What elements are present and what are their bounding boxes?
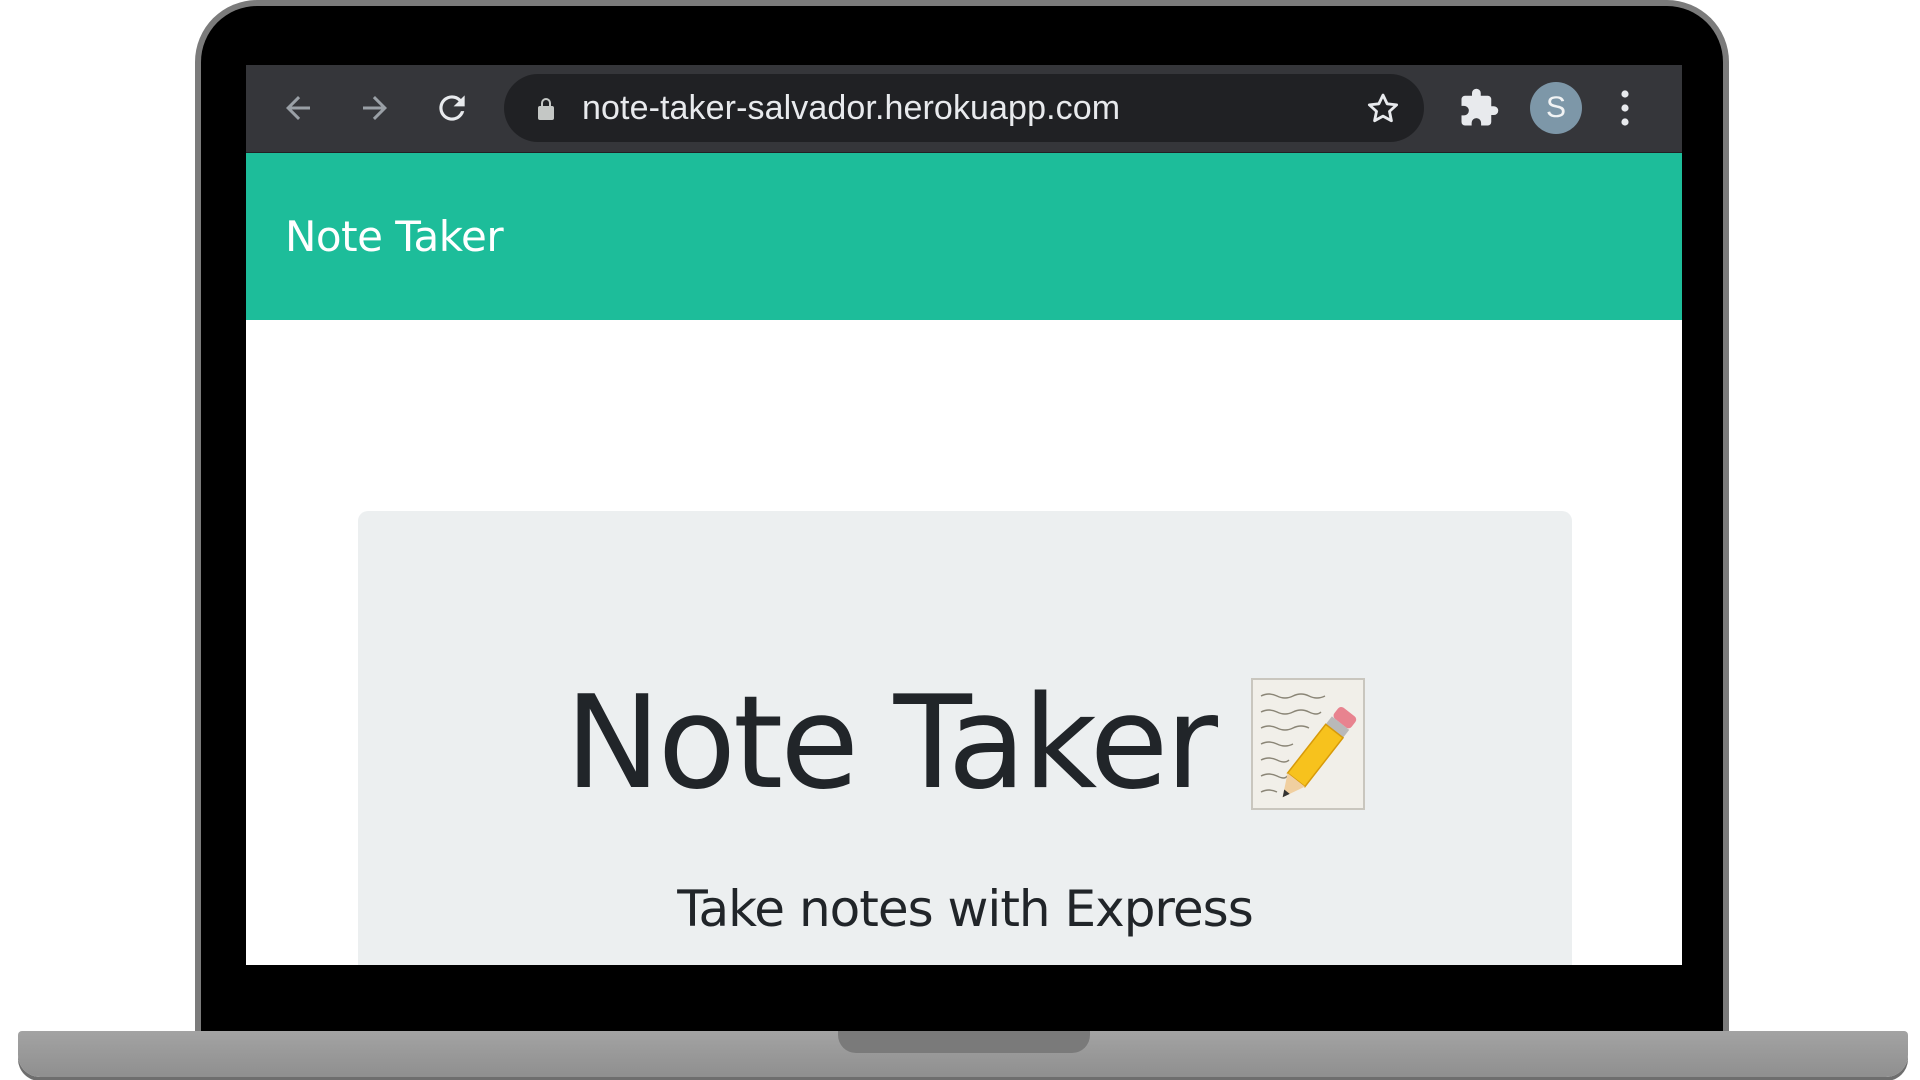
arrow-left-icon	[286, 96, 310, 120]
address-bar-url[interactable]: note-taker-salvador.herokuapp.com	[582, 74, 1120, 142]
reload-icon	[439, 95, 465, 121]
navbar-brand[interactable]: Note Taker	[285, 153, 504, 320]
jumbotron-title-row: Note Taker	[358, 674, 1572, 814]
memo-icon	[1251, 678, 1366, 810]
vertical-dots-icon[interactable]	[1610, 83, 1640, 133]
reload-button[interactable]	[427, 83, 477, 133]
page-title: Note Taker	[564, 669, 1218, 818]
browser-toolbar: note-taker-salvador.herokuapp.com S	[246, 65, 1682, 153]
web-page: Note Taker Note Taker Take notes with Ex…	[246, 153, 1682, 965]
laptop-notch	[838, 1031, 1090, 1053]
puzzle-piece-icon[interactable]	[1458, 87, 1500, 129]
laptop-screen: note-taker-salvador.herokuapp.com S Note…	[246, 65, 1682, 965]
star-icon[interactable]	[1364, 90, 1402, 128]
back-button[interactable]	[273, 83, 323, 133]
arrow-right-icon	[363, 96, 387, 120]
navbar: Note Taker	[246, 153, 1682, 320]
forward-button[interactable]	[350, 83, 400, 133]
jumbotron-lead: Take notes with Express	[677, 880, 1254, 938]
lock-icon[interactable]	[534, 96, 558, 122]
profile-avatar[interactable]: S	[1530, 82, 1582, 134]
jumbotron: Note Taker Take notes with Express	[358, 511, 1572, 965]
address-bar[interactable]: note-taker-salvador.herokuapp.com	[504, 74, 1424, 142]
